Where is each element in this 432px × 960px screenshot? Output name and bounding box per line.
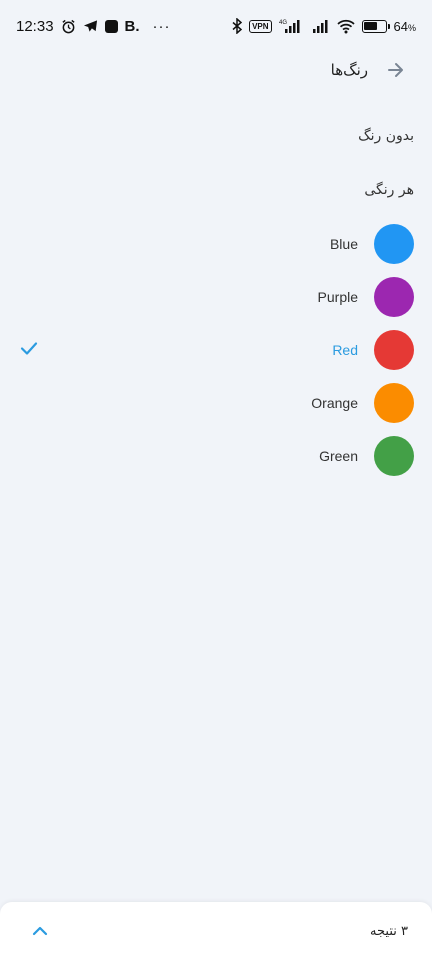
expand-results-button[interactable] — [30, 921, 50, 941]
color-item-red[interactable]: Red — [0, 323, 432, 376]
any-color-option[interactable]: هر رنگی — [364, 182, 414, 198]
alarm-icon — [61, 19, 76, 34]
clock: 12:33 — [16, 17, 54, 35]
battery-icon — [361, 19, 390, 33]
wifi-icon — [336, 19, 355, 34]
more-notifications-icon: ··· — [152, 17, 171, 35]
color-name: Red — [332, 341, 358, 358]
app-square-icon — [104, 19, 118, 33]
page-title: رنگ‌ها — [330, 61, 368, 79]
color-swatch — [374, 382, 414, 423]
color-swatch — [374, 329, 414, 370]
color-item-orange[interactable]: Orange — [0, 376, 432, 429]
color-list: Blue Purple Red Orange Green — [0, 217, 432, 482]
signal-icon — [312, 18, 330, 34]
bottom-bar: ۳ نتیجه — [0, 902, 432, 960]
signal-4g-icon: 4G — [279, 18, 305, 34]
color-item-blue[interactable]: Blue — [0, 217, 432, 270]
svg-text:4G: 4G — [279, 20, 287, 26]
battery-percent: 64% — [393, 18, 416, 34]
color-name: Green — [319, 447, 358, 464]
chevron-up-icon — [32, 926, 48, 936]
back-button[interactable] — [386, 60, 406, 80]
status-bar: 12:33 B. ··· VPN 4G 64% — [0, 0, 432, 52]
no-color-option[interactable]: بدون رنگ — [358, 128, 414, 144]
color-swatch — [374, 435, 414, 476]
check-icon — [20, 340, 38, 359]
arrow-right-icon — [388, 63, 403, 77]
status-bar-right: VPN 4G 64% — [232, 18, 416, 34]
color-swatch — [374, 223, 414, 264]
vpn-icon: VPN — [249, 19, 272, 33]
bluetooth-icon — [232, 18, 243, 34]
color-name: Purple — [317, 288, 358, 305]
color-name: Blue — [329, 235, 358, 252]
color-item-purple[interactable]: Purple — [0, 270, 432, 323]
color-swatch — [374, 276, 414, 317]
header: رنگ‌ها — [331, 60, 406, 80]
telegram-icon — [83, 19, 98, 33]
app-b-icon: B. — [124, 17, 140, 35]
status-bar-left: 12:33 B. ··· — [16, 18, 171, 35]
color-item-green[interactable]: Green — [0, 429, 432, 482]
result-count: ۳ نتیجه — [370, 923, 408, 939]
battery-fill — [364, 22, 377, 30]
color-name: Orange — [311, 394, 358, 411]
